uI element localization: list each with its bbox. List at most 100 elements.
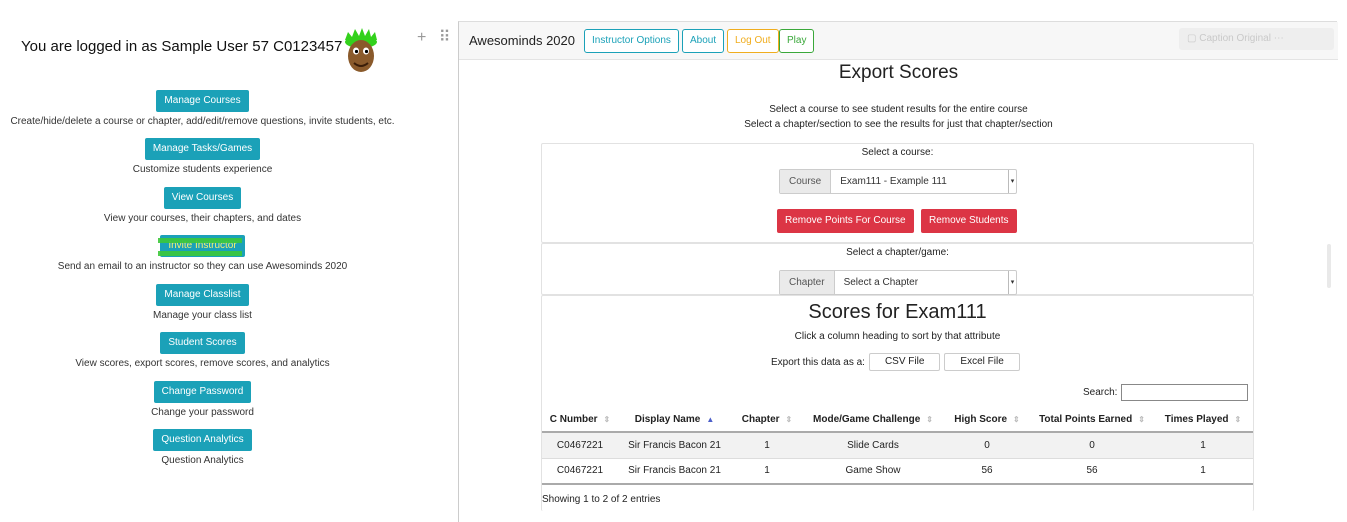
about-button[interactable]: About bbox=[682, 29, 725, 53]
sort-icon: ⇕ bbox=[926, 415, 933, 424]
sort-ascending-icon: ▲ bbox=[706, 415, 715, 424]
instruction-text: Select a chapter/section to see the resu… bbox=[744, 119, 1053, 130]
menu-item-description: Manage your class list bbox=[153, 310, 252, 321]
student-scores-button[interactable]: Student Scores bbox=[160, 332, 245, 354]
sort-hint: Click a column heading to sort by that a… bbox=[794, 331, 1001, 342]
export-excel-button[interactable]: Excel File bbox=[944, 353, 1020, 371]
chapter-select[interactable]: Chapter Select a Chapter ▾ bbox=[779, 270, 1017, 295]
table-cell: Sir Francis Bacon 21 bbox=[618, 458, 731, 485]
table-cell: 1 bbox=[731, 432, 803, 459]
menu-item-question-analytics: Question Analytics Question Analytics bbox=[0, 429, 405, 466]
export-scores-app: Awesominds 2020 Instructor Options About… bbox=[458, 21, 1338, 522]
menu-item-description: View scores, export scores, remove score… bbox=[75, 358, 330, 369]
column-header-label: Times Played bbox=[1164, 414, 1229, 425]
table-cell: Sir Francis Bacon 21 bbox=[618, 432, 731, 459]
menu-item-description: Change your password bbox=[151, 407, 254, 418]
chapter-addon-label: Chapter bbox=[780, 271, 835, 294]
column-header-label: Chapter bbox=[741, 414, 780, 425]
column-header[interactable]: C Number ⇕ bbox=[542, 408, 618, 433]
table-cell: 1 bbox=[1153, 458, 1253, 485]
remove-students-button[interactable]: Remove Students bbox=[921, 209, 1017, 233]
menu-item-student-scores: Student Scores View scores, export score… bbox=[0, 332, 405, 369]
dropdown-arrow-icon[interactable]: ▾ bbox=[1008, 170, 1016, 193]
view-courses-button[interactable]: View Courses bbox=[163, 187, 242, 209]
column-header-label: Mode/Game Challenge bbox=[813, 414, 921, 425]
column-header-label: C Number bbox=[549, 414, 598, 425]
table-cell: 1 bbox=[1153, 432, 1253, 459]
search-input[interactable] bbox=[1121, 384, 1249, 401]
table-row: C0467221 Sir Francis Bacon 21 1 Game Sho… bbox=[542, 458, 1253, 485]
question-analytics-button[interactable]: Question Analytics bbox=[153, 429, 252, 451]
menu-item-manage-classlist: Manage Classlist Manage your class list bbox=[0, 284, 405, 321]
course-select-value[interactable]: Exam111 - Example 111 bbox=[831, 170, 1008, 193]
drag-handle-icon[interactable]: + ⠿ bbox=[417, 27, 455, 47]
menu-item-description: Create/hide/delete a course or chapter, … bbox=[10, 116, 395, 127]
table-info: Showing 1 to 2 of 2 entries bbox=[542, 494, 661, 505]
column-header[interactable]: Mode/Game Challenge ⇕ bbox=[803, 408, 943, 433]
export-row: Export this data as a: CSV File Excel Fi… bbox=[771, 353, 1020, 371]
menu-item-description: Question Analytics bbox=[161, 455, 244, 466]
scores-title: Scores for Exam111 bbox=[808, 301, 987, 323]
column-header[interactable]: Times Played ⇕ bbox=[1153, 408, 1253, 433]
brand-title[interactable]: Awesominds 2020 bbox=[469, 33, 575, 48]
instructor-menu-panel: You are logged in as Sample User 57 C012… bbox=[0, 0, 405, 522]
highlight-mark bbox=[158, 238, 242, 243]
column-header[interactable]: Chapter ⇕ bbox=[731, 408, 803, 433]
avatar bbox=[345, 28, 377, 72]
column-header[interactable]: Display Name ▲ bbox=[618, 408, 731, 433]
change-password-button[interactable]: Change Password bbox=[153, 381, 252, 403]
sort-icon: ⇕ bbox=[785, 415, 793, 424]
chapter-select-card: Select a chapter/game: Chapter Select a … bbox=[541, 243, 1254, 295]
column-header[interactable]: Total Points Earned ⇕ bbox=[1031, 408, 1153, 433]
column-header-label: Display Name bbox=[634, 414, 701, 425]
dropdown-arrow-icon[interactable]: ▾ bbox=[1008, 271, 1016, 294]
menu-item-description: Send an email to an instructor so they c… bbox=[57, 261, 348, 272]
menu-item-manage-tasks: Manage Tasks/Games Customize students ex… bbox=[0, 138, 405, 175]
search-row: Search: bbox=[1083, 384, 1249, 401]
table-cell: Game Show bbox=[803, 458, 943, 485]
page-title: Export Scores bbox=[838, 62, 959, 83]
sort-icon: ⇕ bbox=[603, 415, 611, 424]
column-header[interactable]: High Score ⇕ bbox=[943, 408, 1031, 433]
caption-toolbar[interactable]: ▢ Caption Original ⋯ bbox=[1179, 28, 1334, 50]
manage-tasks-games-button[interactable]: Manage Tasks/Games bbox=[144, 138, 261, 160]
export-label: Export this data as a: bbox=[771, 356, 865, 368]
course-select[interactable]: Course Exam111 - Example 111 ▾ bbox=[779, 169, 1017, 194]
column-header-label: Total Points Earned bbox=[1039, 414, 1133, 425]
sort-icon: ⇕ bbox=[1013, 415, 1020, 424]
course-addon-label: Course bbox=[780, 170, 832, 193]
table-cell: 1 bbox=[731, 458, 803, 485]
table-cell: C0467221 bbox=[542, 458, 618, 485]
menu-item-description: View your courses, their chapters, and d… bbox=[103, 213, 302, 224]
search-label: Search: bbox=[1083, 387, 1118, 398]
manage-courses-button[interactable]: Manage Courses bbox=[156, 90, 249, 112]
navbar: Awesominds 2020 Instructor Options About… bbox=[459, 22, 1338, 60]
logout-button[interactable]: Log Out bbox=[727, 29, 779, 53]
remove-points-button[interactable]: Remove Points For Course bbox=[777, 209, 914, 233]
table-cell: Slide Cards bbox=[803, 432, 943, 459]
table-cell: 56 bbox=[1031, 458, 1153, 485]
select-chapter-label: Select a chapter/game: bbox=[846, 247, 949, 258]
table-header-row: C Number ⇕ Display Name ▲ Chapter ⇕ Mode/Ga… bbox=[542, 408, 1253, 433]
table-cell: C0467221 bbox=[542, 432, 618, 459]
table-cell: 0 bbox=[943, 432, 1031, 459]
menu-item-change-password: Change Password Change your password bbox=[0, 381, 405, 418]
highlight-mark bbox=[158, 251, 242, 256]
sort-icon: ⇕ bbox=[1138, 415, 1145, 424]
instructor-options-button[interactable]: Instructor Options bbox=[584, 29, 679, 53]
chapter-select-value[interactable]: Select a Chapter bbox=[835, 271, 1008, 294]
manage-classlist-button[interactable]: Manage Classlist bbox=[156, 284, 249, 306]
table-row: C0467221 Sir Francis Bacon 21 1 Slide Ca… bbox=[542, 432, 1253, 459]
scores-card: Scores for Exam111 Click a column headin… bbox=[541, 295, 1254, 511]
select-course-label: Select a course: bbox=[861, 147, 934, 158]
scrollbar[interactable] bbox=[1327, 244, 1331, 288]
menu-item-description: Customize students experience bbox=[132, 164, 273, 175]
table-cell: 56 bbox=[943, 458, 1031, 485]
scores-table: C Number ⇕ Display Name ▲ Chapter ⇕ Mode/Ga… bbox=[542, 408, 1253, 485]
course-select-card: Select a course: Course Exam111 - Exampl… bbox=[541, 143, 1254, 243]
menu-item-manage-courses: Manage Courses Create/hide/delete a cour… bbox=[0, 90, 405, 127]
instruction-text: Select a course to see student results f… bbox=[769, 104, 1028, 115]
play-button[interactable]: Play bbox=[779, 29, 815, 53]
export-csv-button[interactable]: CSV File bbox=[868, 353, 941, 371]
sort-icon: ⇕ bbox=[1234, 415, 1242, 424]
